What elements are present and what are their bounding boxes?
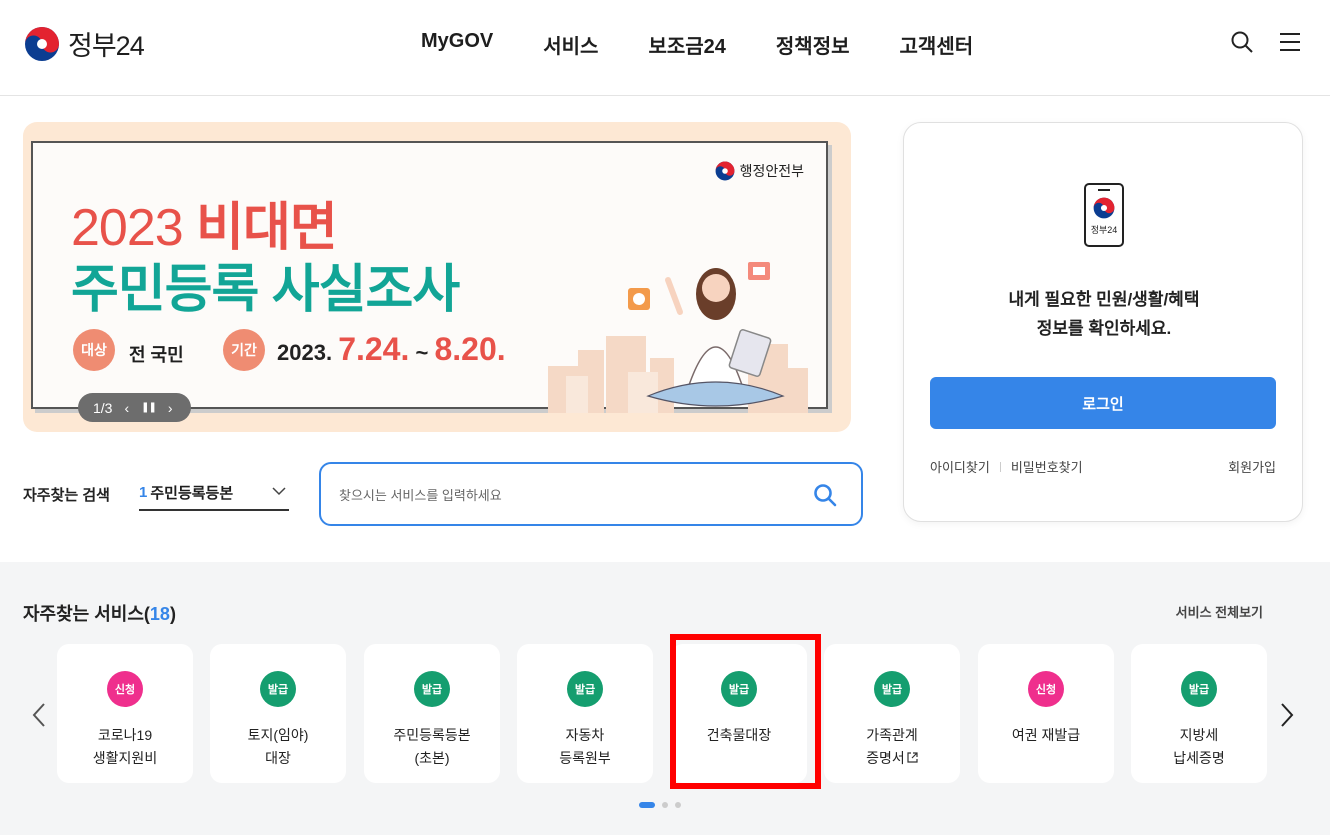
nav-mygov[interactable]: MyGOV bbox=[421, 30, 493, 59]
search-input[interactable] bbox=[339, 482, 779, 508]
service-name: 가족관계 증명서 bbox=[824, 724, 960, 770]
period-end: 8.20. bbox=[434, 331, 506, 367]
login-panel: 정부24 내게 필요한 민원/생활/혜택 정보를 확인하세요. 로그인 아이디찾… bbox=[903, 122, 1303, 522]
search-box bbox=[319, 462, 863, 526]
next-slide-icon[interactable]: › bbox=[168, 400, 173, 416]
login-message-line1: 내게 필요한 민원/생활/혜택 bbox=[1008, 290, 1200, 309]
pager-dot-1[interactable] bbox=[639, 802, 655, 808]
issue-badge: 발급 bbox=[1181, 671, 1217, 707]
frequent-search-label: 자주찾는 검색 bbox=[23, 487, 110, 504]
carousel-pager bbox=[639, 802, 681, 808]
period-pill: 기간 bbox=[223, 329, 265, 371]
service-name: 지방세 납세증명 bbox=[1173, 727, 1225, 766]
logo-text: 정부24 bbox=[68, 31, 145, 61]
phone-label: 정부24 bbox=[1090, 225, 1118, 235]
service-name: 자동차 등록원부 bbox=[559, 727, 611, 766]
service-name: 건축물대장 bbox=[706, 727, 772, 743]
banner-controls: 1/3 ‹ ❚❚ › bbox=[78, 393, 191, 422]
pager-dot-3[interactable] bbox=[675, 802, 681, 808]
banner-card: 행정안전부 2023 비대면 주민등록 사실조사 대상 전 국민 기간 2023… bbox=[31, 141, 828, 422]
period-start: 7.24. bbox=[338, 331, 410, 367]
service-name: 여권 재발급 bbox=[1011, 727, 1081, 743]
frequent-services-section: 자주찾는 서비스(18) 서비스 전체보기 신청 코로나19 생활지원비 발급 … bbox=[0, 562, 1330, 835]
service-name: 코로나19 생활지원비 bbox=[92, 727, 158, 766]
issue-badge: 발급 bbox=[874, 671, 910, 707]
service-card[interactable]: 발급 지방세 납세증명 bbox=[1131, 644, 1267, 783]
login-message-line2: 정보를 확인하세요. bbox=[1036, 319, 1172, 338]
issue-badge: 발급 bbox=[414, 671, 450, 707]
apply-badge: 신청 bbox=[107, 671, 143, 707]
period-value: 2023. 7.24. ~ 8.20. bbox=[277, 331, 506, 368]
service-card[interactable]: 신청 여권 재발급 bbox=[978, 644, 1114, 783]
services-title: 자주찾는 서비스(18) bbox=[23, 600, 176, 626]
issue-badge: 발급 bbox=[567, 671, 603, 707]
login-button[interactable]: 로그인 bbox=[930, 377, 1276, 429]
period-prefix: 2023. bbox=[277, 340, 333, 365]
external-link-icon bbox=[907, 752, 918, 763]
target-value: 전 국민 bbox=[129, 345, 184, 365]
nav-customer-center[interactable]: 고객센터 bbox=[900, 30, 974, 59]
prev-slide-icon[interactable]: ‹ bbox=[124, 400, 129, 416]
chevron-down-icon bbox=[272, 487, 286, 496]
service-card[interactable]: 발급 자동차 등록원부 bbox=[517, 644, 653, 783]
target-pill: 대상 bbox=[73, 329, 115, 371]
frequent-search-dropdown[interactable]: 1 주민등록등본 bbox=[139, 475, 289, 511]
login-message: 내게 필요한 민원/생활/혜택 정보를 확인하세요. bbox=[904, 285, 1304, 343]
service-name: 주민등록등본 (초본) bbox=[393, 727, 471, 766]
logo[interactable]: 정부24 bbox=[24, 24, 145, 63]
period-sep: ~ bbox=[415, 340, 429, 365]
header: 정부24 MyGOV 서비스 보조금24 정책정보 고객센터 bbox=[0, 0, 1330, 96]
service-card[interactable]: 발급 토지(임야) 대장 bbox=[210, 644, 346, 783]
find-id-link[interactable]: 아이디찾기 bbox=[930, 457, 990, 476]
taegeuk-phone-icon bbox=[1093, 197, 1115, 219]
signup-link[interactable]: 회원가입 bbox=[1228, 457, 1276, 476]
pager-dot-2[interactable] bbox=[662, 802, 668, 808]
menu-icon[interactable] bbox=[1278, 30, 1302, 54]
banner-title-line2: 주민등록 사실조사 bbox=[71, 261, 460, 319]
apply-badge: 신청 bbox=[1028, 671, 1064, 707]
ministry-name: 행정안전부 bbox=[739, 163, 804, 179]
nav-services[interactable]: 서비스 bbox=[543, 30, 598, 59]
search-submit-icon[interactable] bbox=[813, 483, 837, 507]
service-name: 토지(임야) 대장 bbox=[247, 727, 309, 766]
phone-icon: 정부24 bbox=[1084, 183, 1124, 247]
services-title-end: ) bbox=[169, 604, 176, 624]
service-card[interactable]: 신청 코로나19 생활지원비 bbox=[57, 644, 193, 783]
service-card[interactable]: 발급 가족관계 증명서 bbox=[824, 644, 960, 783]
frequent-search-rank: 1 bbox=[139, 483, 148, 501]
chevron-left-icon[interactable] bbox=[30, 702, 48, 728]
issue-badge: 발급 bbox=[260, 671, 296, 707]
services-count: 18 bbox=[149, 604, 170, 624]
nav-policy-info[interactable]: 정책정보 bbox=[776, 30, 850, 59]
link-divider bbox=[999, 461, 1001, 472]
frequent-search-value: 주민등록등본 bbox=[150, 484, 234, 502]
banner-ministry: 행정안전부 bbox=[715, 161, 804, 181]
slide-counter: 1/3 bbox=[93, 399, 113, 416]
view-all-services-link[interactable]: 서비스 전체보기 bbox=[1176, 602, 1263, 621]
service-card-building-register[interactable]: 발급 건축물대장 bbox=[671, 644, 807, 783]
nav-subsidy24[interactable]: 보조금24 bbox=[648, 30, 725, 59]
main-banner[interactable]: 행정안전부 2023 비대면 주민등록 사실조사 대상 전 국민 기간 2023… bbox=[23, 122, 851, 432]
search-icon[interactable] bbox=[1230, 30, 1254, 54]
main-nav: MyGOV 서비스 보조금24 정책정보 고객센터 bbox=[396, 30, 998, 59]
chevron-right-icon[interactable] bbox=[1278, 702, 1296, 728]
pause-icon[interactable]: ❚❚ bbox=[141, 402, 157, 413]
taegeuk-small-icon bbox=[715, 161, 735, 181]
banner-illustration bbox=[548, 262, 808, 413]
services-title-text: 자주찾는 서비스( bbox=[23, 604, 150, 624]
find-password-link[interactable]: 비밀번호찾기 bbox=[1011, 457, 1083, 476]
login-links: 아이디찾기 비밀번호찾기 회원가입 bbox=[930, 457, 1276, 476]
service-card[interactable]: 발급 주민등록등본 (초본) bbox=[364, 644, 500, 783]
taegeuk-logo-icon bbox=[25, 26, 59, 61]
issue-badge: 발급 bbox=[721, 671, 757, 707]
